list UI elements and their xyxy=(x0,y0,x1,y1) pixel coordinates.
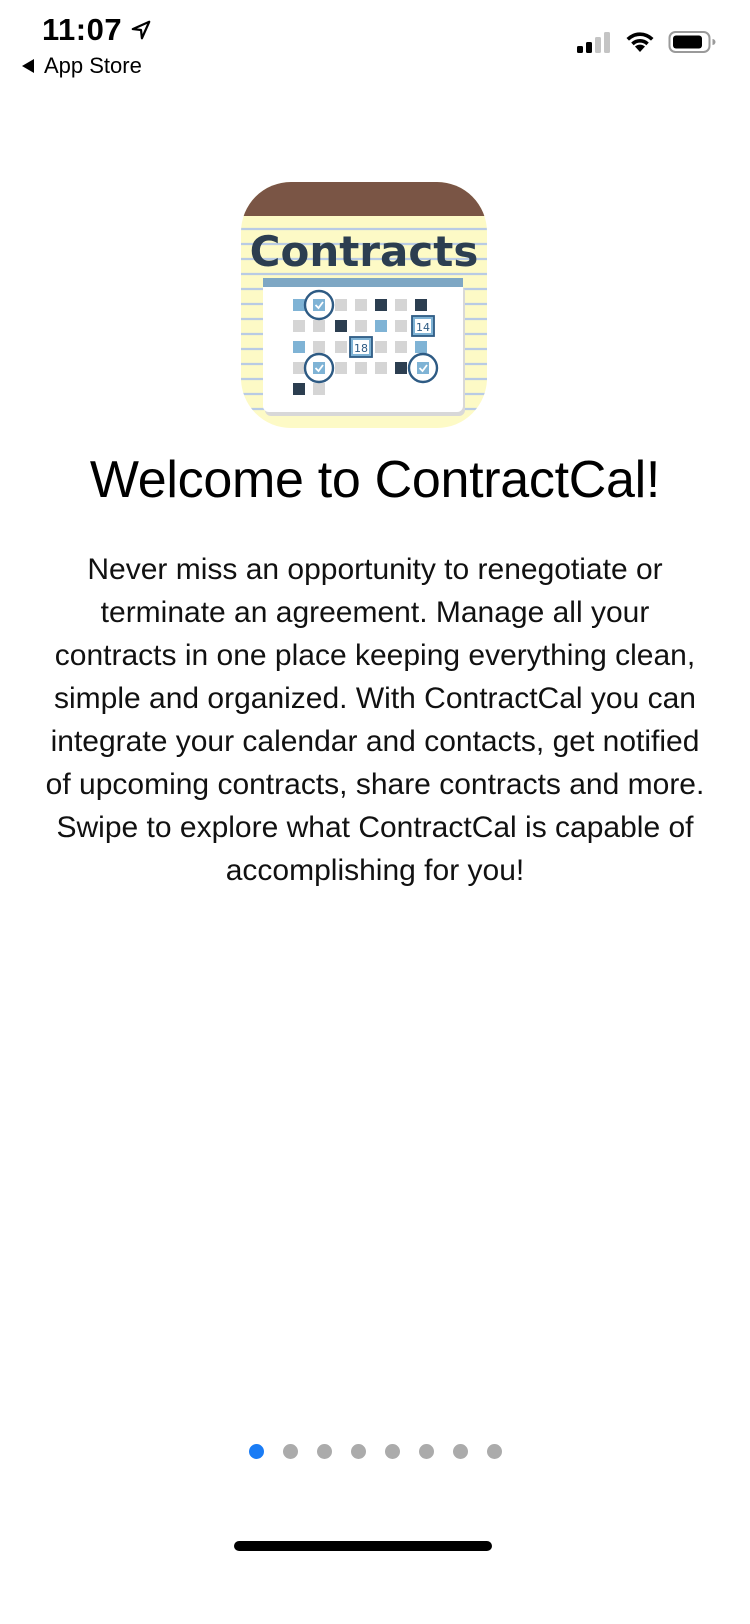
status-bar: 11:07 App Store xyxy=(0,0,750,90)
page-dot-4[interactable] xyxy=(350,1444,366,1459)
calendar-number-14: 14 xyxy=(416,321,430,334)
home-indicator[interactable] xyxy=(234,1541,492,1551)
app-icon: Contracts 14 18 xyxy=(241,182,487,428)
location-arrow-icon xyxy=(130,19,152,41)
page-dot-1[interactable] xyxy=(248,1444,264,1459)
back-to-app-store-link[interactable]: App Store xyxy=(20,53,142,79)
page-dot-7[interactable] xyxy=(452,1444,468,1459)
back-arrow-icon xyxy=(20,57,36,75)
clock: 11:07 xyxy=(42,12,123,47)
page-indicator[interactable] xyxy=(0,1444,750,1459)
back-label: App Store xyxy=(44,53,142,78)
welcome-title: Welcome to ContractCal! xyxy=(89,451,661,509)
page-dot-2[interactable] xyxy=(282,1444,298,1459)
calendar-number-18: 18 xyxy=(354,342,368,355)
page-dot-5[interactable] xyxy=(384,1444,400,1459)
status-time: 11:07 xyxy=(42,12,152,48)
app-icon-logo-text: Contracts xyxy=(250,227,479,276)
page-dot-3[interactable] xyxy=(316,1444,332,1459)
wifi-icon xyxy=(624,30,656,54)
status-indicators xyxy=(576,30,716,54)
battery-icon xyxy=(668,30,716,54)
page-dot-6[interactable] xyxy=(418,1444,434,1459)
cellular-signal-icon xyxy=(576,30,612,54)
welcome-description: Never miss an opportunity to renegotiate… xyxy=(45,553,705,887)
page-dot-8[interactable] xyxy=(486,1444,502,1459)
